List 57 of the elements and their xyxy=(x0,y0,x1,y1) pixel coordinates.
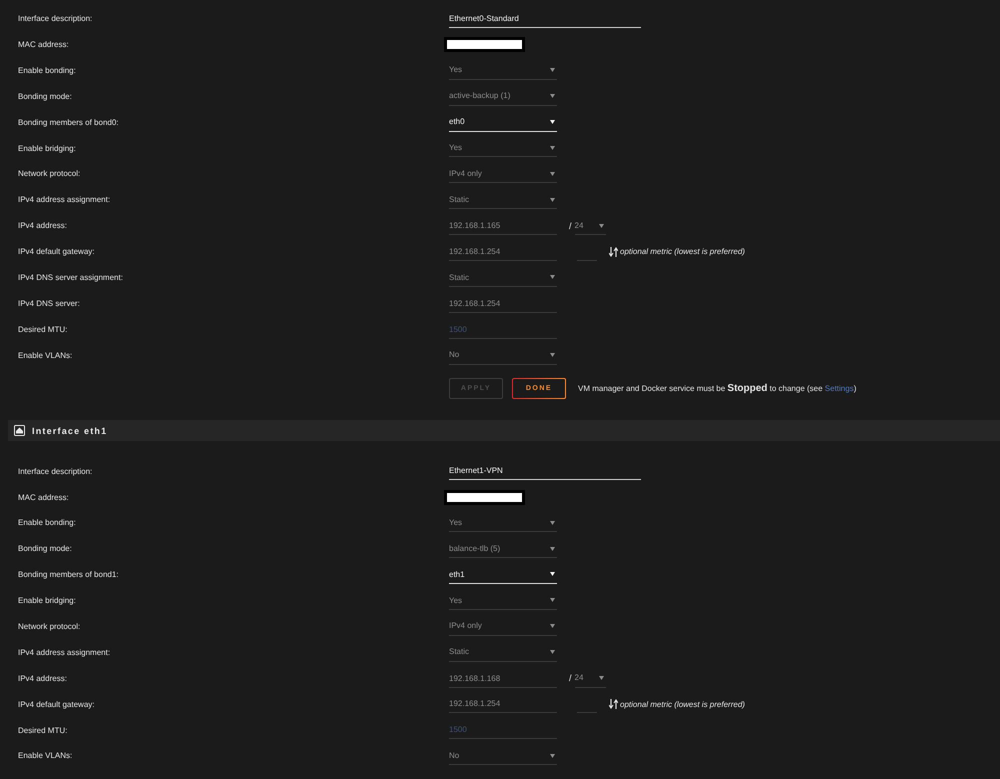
notice-text: VM manager and Docker service must be Stopped to change (see Settings) xyxy=(578,382,856,395)
caret-icon xyxy=(550,572,555,576)
field-label: IPv4 address assignment: xyxy=(18,648,112,658)
field-label: Network protocol: xyxy=(18,622,82,632)
settings-link[interactable]: Settings xyxy=(824,384,854,393)
caret-icon xyxy=(550,146,555,150)
field-label: Desired MTU: xyxy=(18,726,68,736)
field-label: Bonding mode: xyxy=(18,544,73,554)
section-title: Interface eth1 xyxy=(32,426,108,436)
field-label: Enable VLANs: xyxy=(18,751,74,761)
field-label: Enable bridging: xyxy=(18,144,77,154)
caret-icon xyxy=(550,94,555,98)
field-label: Enable bridging: xyxy=(18,596,77,606)
field-label: IPv4 default gateway: xyxy=(18,247,96,257)
caret-icon xyxy=(550,198,555,202)
field-label: Network protocol: xyxy=(18,169,82,180)
caret-icon xyxy=(550,68,555,72)
field-label: Enable bonding: xyxy=(18,66,77,76)
dropdown[interactable]: eth1 xyxy=(449,566,557,584)
sort-icon xyxy=(609,246,618,257)
field-label: MAC address: xyxy=(18,492,70,502)
field-label: IPv4 address: xyxy=(18,221,68,231)
field-label: IPv4 DNS server: xyxy=(18,298,81,309)
caret-icon xyxy=(550,353,555,358)
field-label: MAC address: xyxy=(18,40,70,50)
caret-icon xyxy=(550,120,555,124)
caret-icon xyxy=(550,624,555,628)
sort-icon xyxy=(609,699,618,710)
field-label: Desired MTU: xyxy=(18,324,68,334)
field-label: Bonding members of bond1: xyxy=(18,570,120,580)
dropdown[interactable]: eth0 xyxy=(449,114,557,132)
caret-icon xyxy=(550,275,555,280)
field-label: Interface description: xyxy=(18,466,94,476)
caret-icon xyxy=(550,520,555,525)
field-label: Interface description: xyxy=(18,14,94,24)
field-label: Enable bonding: xyxy=(18,518,77,528)
caret-icon xyxy=(598,676,604,680)
caret-icon xyxy=(550,650,555,654)
field-label: IPv4 DNS server assignment: xyxy=(18,273,124,283)
hint-text: optional metric (lowest is preferred) xyxy=(620,700,745,710)
field-label: IPv4 address: xyxy=(18,674,68,684)
caret-icon xyxy=(550,598,555,602)
field-label: IPv4 default gateway: xyxy=(18,700,96,710)
hint-text: optional metric (lowest is preferred) xyxy=(620,247,745,257)
description-field[interactable]: Ethernet0-Standard xyxy=(449,10,641,28)
caret-icon xyxy=(550,546,555,551)
field-label: Enable VLANs: xyxy=(18,350,74,360)
field-label: Bonding members of bond0: xyxy=(18,118,120,128)
prefix-separator: / xyxy=(569,673,572,684)
prefix-separator: / xyxy=(569,220,572,232)
description-field[interactable]: Ethernet1-VPN xyxy=(449,462,641,480)
caret-icon xyxy=(550,172,555,176)
caret-icon xyxy=(550,754,555,758)
field-label: IPv4 address assignment: xyxy=(18,195,112,205)
house-icon xyxy=(14,425,25,436)
caret-icon xyxy=(598,224,604,228)
field-label: Bonding mode: xyxy=(18,92,73,102)
